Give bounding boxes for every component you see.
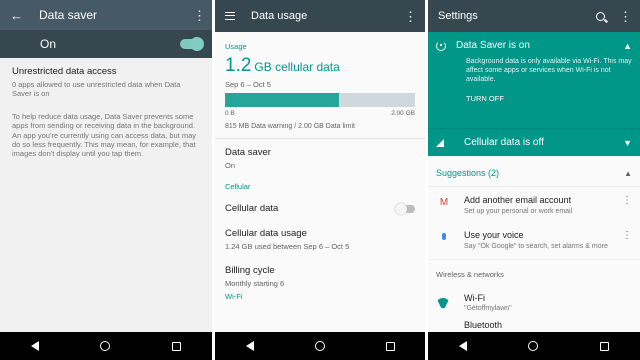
chevron-down-icon[interactable]: ▼: [623, 138, 632, 148]
section-header-wifi: Wi-Fi: [225, 292, 243, 301]
wifi-icon: [436, 298, 450, 308]
item-title: Cellular data usage: [225, 228, 307, 239]
suggestion-subtitle: Say "Ok Google" to search, set alarms & …: [464, 243, 608, 250]
settings-screen: Settings ⋮ Data Saver is on ▲ Background…: [428, 0, 640, 360]
wifi-text: Wi-Fi "Getoffmylawn": [464, 293, 512, 312]
overflow-menu-icon[interactable]: ⋮: [619, 10, 632, 23]
data-saver-item[interactable]: Data saver On: [215, 139, 425, 170]
navigation-bar: [215, 332, 425, 360]
bluetooth-item[interactable]: Bluetooth: [428, 312, 640, 330]
item-value: Monthly starting 6: [225, 279, 285, 288]
cellular-data-item[interactable]: Cellular data: [215, 191, 425, 215]
item-title: Billing cycle: [225, 265, 275, 276]
usage-amount: 1.2 GB cellular data: [225, 55, 415, 77]
category-header: Wireless & networks: [428, 259, 640, 279]
section-header-cellular: Cellular: [225, 182, 251, 191]
navigation-bar: [0, 332, 212, 360]
cellular-condition-card[interactable]: Cellular data is off ▼: [428, 128, 640, 156]
item-title: Cellular data: [225, 203, 279, 214]
item-value: 1.24 GB used between Sep 6 – Oct 5: [225, 242, 350, 251]
chevron-up-icon[interactable]: ▲: [624, 169, 632, 178]
bar-max-label: 2.00 GB: [391, 110, 415, 117]
turn-off-button[interactable]: TURN OFF: [466, 94, 632, 103]
card-title: Data Saver is on: [456, 40, 530, 51]
item-value: On: [225, 161, 236, 170]
switch-label: On: [40, 37, 57, 51]
card-body: Background data is only available via Wi…: [466, 58, 632, 83]
bar-min-label: 0 B: [225, 110, 235, 117]
data-saver-screen: ← Data saver ⋮ On Unrestricted data acce…: [0, 0, 212, 360]
cellular-data-usage-item[interactable]: Cellular data usage 1.24 GB used between…: [215, 214, 425, 251]
navigation-bar: [428, 332, 640, 360]
usage-value: 1.2: [225, 55, 252, 76]
app-bar: ← Data saver ⋮: [0, 0, 212, 30]
chevron-up-icon[interactable]: ▲: [623, 41, 632, 51]
nav-home-icon[interactable]: [100, 341, 111, 351]
item-title: Wi-Fi: [464, 293, 485, 303]
item-subtitle: 0 apps allowed to use unrestricted data …: [12, 80, 181, 98]
nav-back-icon[interactable]: [458, 341, 467, 351]
usage-progress-fill: [225, 93, 339, 107]
app-bar: Data usage ⋮: [215, 0, 425, 32]
item-title: Data saver: [225, 147, 271, 158]
gmail-icon: M: [439, 197, 449, 208]
card-title: Cellular data is off: [464, 137, 544, 148]
app-bar: Settings ⋮: [428, 0, 640, 32]
data-usage-screen: Data usage ⋮ Usage 1.2 GB cellular data …: [215, 0, 425, 360]
nav-home-icon[interactable]: [528, 341, 539, 351]
wifi-item[interactable]: Wi-Fi "Getoffmylawn": [428, 279, 640, 312]
item-subtitle: "Getoffmylawn": [464, 305, 512, 312]
page-title: Data saver: [39, 8, 98, 22]
suggestion-text: Use your voice Say "Ok Google" to search…: [464, 230, 622, 251]
nav-home-icon[interactable]: [314, 341, 325, 351]
usage-header: Usage: [225, 42, 247, 51]
nav-recents-icon[interactable]: [385, 341, 395, 351]
page-title: Settings: [438, 10, 478, 22]
overflow-menu-icon[interactable]: ⋮: [404, 10, 417, 23]
bar-labels: 0 B 2.00 GB: [225, 110, 415, 117]
usage-range: Sep 6 – Oct 5: [225, 80, 271, 89]
nav-recents-icon[interactable]: [172, 341, 182, 351]
suggestions-title: Suggestions (2): [436, 168, 500, 178]
microphone-icon: [436, 230, 452, 240]
menu-icon[interactable]: [225, 12, 235, 20]
suggestion-subtitle: Set up your personal or work email: [464, 208, 573, 215]
data-saver-icon: [436, 40, 446, 51]
billing-cycle-item[interactable]: Billing cycle Monthly starting 6: [215, 251, 425, 288]
nav-back-icon[interactable]: [245, 341, 254, 351]
search-icon[interactable]: [596, 11, 605, 21]
suggestion-text: Add another email account Set up your pe…: [464, 195, 622, 216]
back-arrow-icon[interactable]: ←: [10, 8, 23, 23]
suggestion-email[interactable]: M Add another email account Set up your …: [428, 187, 640, 222]
description-text: To help reduce data usage, Data Saver pr…: [12, 112, 197, 159]
data-saver-condition-card[interactable]: Data Saver is on ▲ Background data is on…: [428, 32, 640, 128]
card-header: Data Saver is on ▲: [436, 40, 632, 51]
page-title: Data usage: [251, 10, 308, 22]
overflow-menu-icon[interactable]: ⋮: [622, 230, 632, 241]
unrestricted-data-access-item[interactable]: Unrestricted data access 0 apps allowed …: [0, 58, 212, 98]
cellular-off-icon: [436, 138, 444, 147]
usage-progress-bar: [225, 93, 415, 107]
data-warning-text: 815 MB Data warning / 2.00 GB Data limit: [225, 123, 355, 130]
suggestion-title: Add another email account: [464, 195, 572, 205]
overflow-menu-icon[interactable]: ⋮: [622, 195, 632, 206]
usage-summary: Usage 1.2 GB cellular data Sep 6 – Oct 5…: [215, 32, 425, 138]
master-switch-bar[interactable]: On: [0, 30, 212, 58]
nav-recents-icon[interactable]: [600, 341, 610, 351]
item-title: Unrestricted data access: [12, 66, 117, 77]
data-saver-toggle[interactable]: [180, 37, 204, 51]
cellular-data-toggle[interactable]: [395, 202, 415, 215]
nav-back-icon[interactable]: [30, 341, 39, 351]
suggestion-title: Use your voice: [464, 230, 524, 240]
suggestions-header[interactable]: Suggestions (2) ▲: [428, 156, 640, 187]
usage-unit: GB cellular data: [254, 60, 340, 74]
suggestion-voice[interactable]: Use your voice Say "Ok Google" to search…: [428, 222, 640, 257]
overflow-menu-icon[interactable]: ⋮: [193, 9, 206, 22]
